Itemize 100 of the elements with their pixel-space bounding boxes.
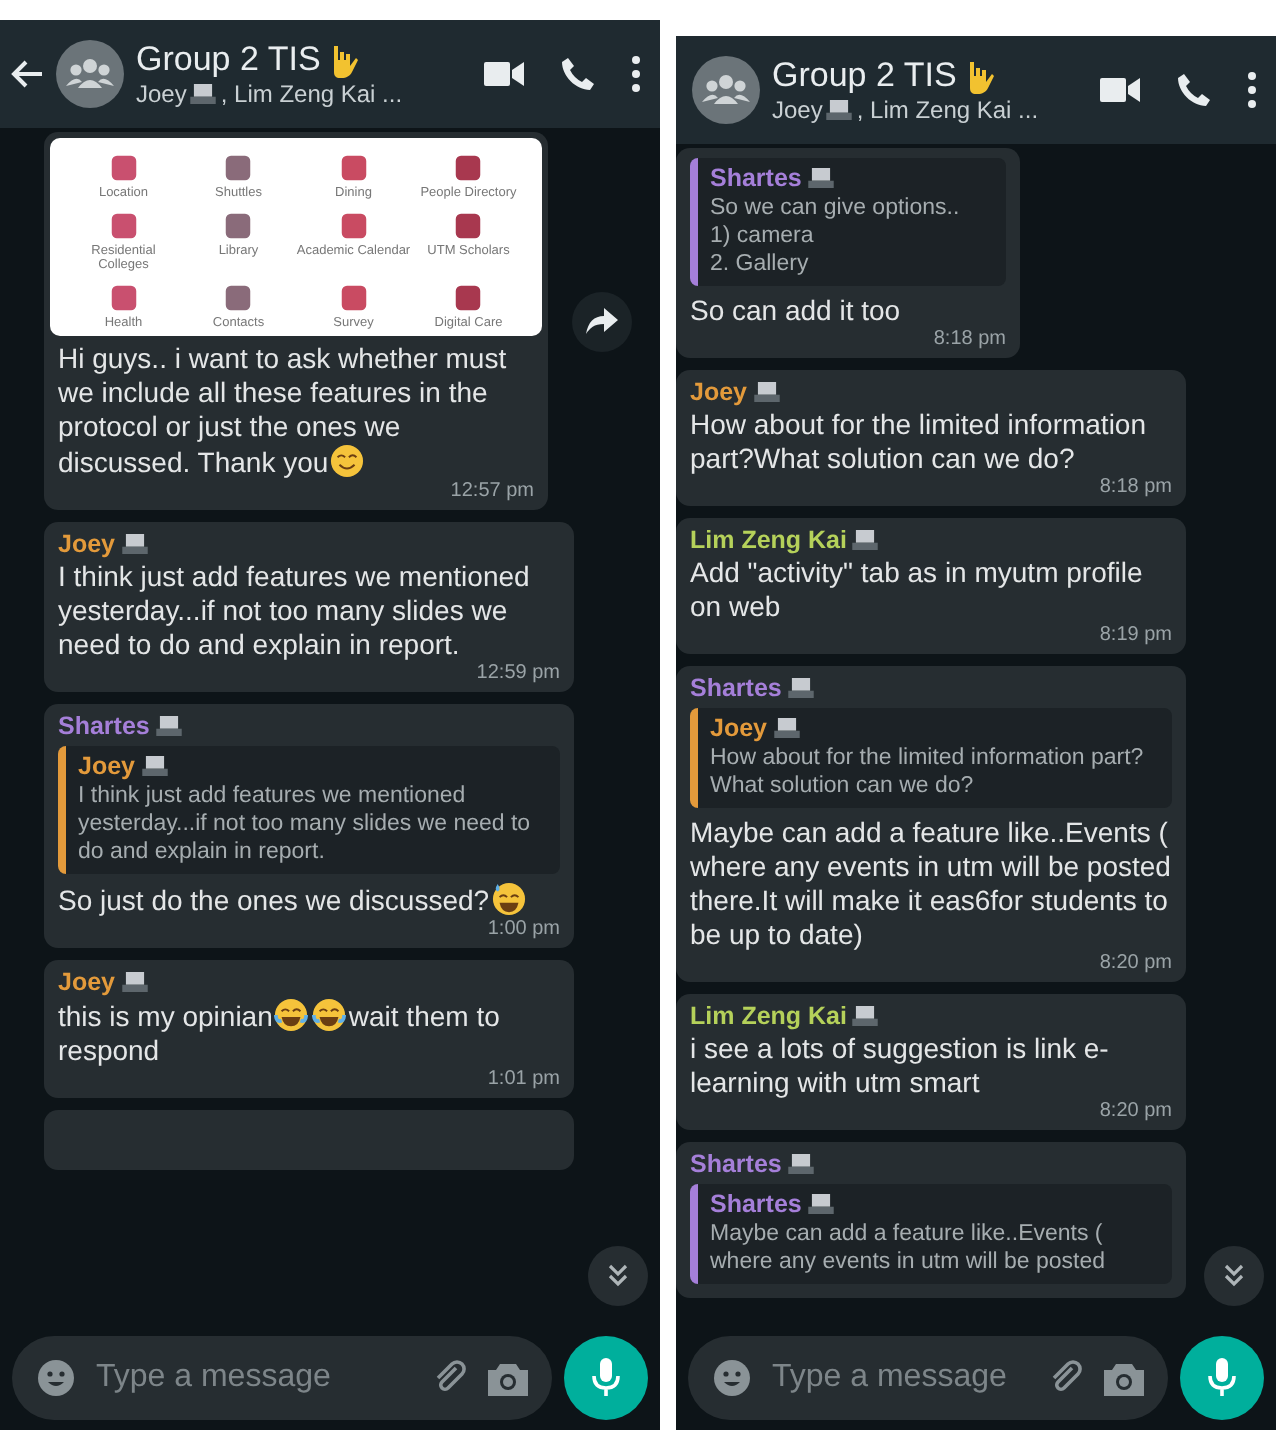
quoted-sender-name: Joey bbox=[78, 750, 135, 782]
laptop-icon bbox=[141, 756, 167, 776]
message-time: 1:01 pm bbox=[487, 1068, 560, 1092]
more-options-icon[interactable] bbox=[632, 56, 640, 92]
member-list: , Lim Zeng Kai ... bbox=[856, 96, 1039, 124]
app-symbol-icon bbox=[224, 283, 253, 311]
microphone-button[interactable] bbox=[564, 1336, 648, 1420]
microphone-icon bbox=[1208, 1358, 1236, 1398]
quoted-text: Maybe can add a feature like..Events ( where any events in utm will be posted bbox=[710, 1220, 1108, 1276]
back-arrow-icon[interactable] bbox=[8, 58, 44, 90]
phone-call-icon[interactable] bbox=[1176, 72, 1212, 108]
message-field[interactable]: Type a message bbox=[688, 1336, 1168, 1420]
sweat-smile-face-icon bbox=[491, 882, 526, 916]
message-input[interactable]: Type a message bbox=[96, 1360, 412, 1396]
camera-icon[interactable] bbox=[488, 1361, 528, 1395]
quoted-message[interactable]: Joey I think just add features we mentioned yesterday...if not too many slides we need to do and explain in report. bbox=[58, 746, 560, 874]
quoted-text: I think just add features we mentioned yesterday...if not too many slides we need to do and explain in report. bbox=[78, 782, 533, 866]
message-time: 8:18 pm bbox=[933, 328, 1006, 352]
emoji-icon[interactable] bbox=[36, 1358, 76, 1398]
video-call-icon[interactable] bbox=[484, 60, 524, 88]
laptop-icon bbox=[852, 530, 879, 550]
message-input[interactable]: Type a message bbox=[772, 1360, 1028, 1396]
message-time: 8:18 pm bbox=[1099, 476, 1172, 500]
laptop-icon bbox=[807, 168, 834, 188]
sender-name: Lim Zeng Kai bbox=[690, 524, 847, 556]
laptop-icon bbox=[753, 382, 779, 402]
laptop-icon bbox=[121, 972, 147, 992]
hand-gesture-icon bbox=[328, 42, 361, 78]
double-chevron-down-icon bbox=[606, 1264, 630, 1288]
member-name: Joey bbox=[136, 80, 187, 108]
phone-call-icon[interactable] bbox=[560, 56, 596, 92]
more-options-icon[interactable] bbox=[1248, 72, 1256, 108]
hand-gesture-icon bbox=[964, 58, 997, 94]
message-text: So just do the ones we discussed? bbox=[58, 882, 560, 918]
quoted-message[interactable]: Joey How about for the limited information part?What solution can we do? bbox=[690, 708, 1172, 808]
sender-name: Shartes bbox=[690, 672, 782, 704]
app-symbol-icon bbox=[339, 283, 368, 311]
paperclip-icon[interactable] bbox=[432, 1360, 468, 1396]
laptop-icon bbox=[787, 678, 814, 698]
member-name: Joey bbox=[772, 96, 823, 124]
scroll-down-button[interactable] bbox=[588, 1246, 648, 1306]
group-avatar-icon[interactable] bbox=[56, 40, 124, 108]
app-symbol-icon bbox=[109, 283, 138, 311]
message-time: 8:19 pm bbox=[1099, 624, 1172, 648]
app-symbol-icon bbox=[454, 154, 483, 182]
message-text: How about for the limited information part?What solution can we do? bbox=[690, 408, 1148, 476]
laptop-icon bbox=[852, 1006, 879, 1026]
message-field[interactable]: Type a message bbox=[12, 1336, 552, 1420]
app-symbol-icon bbox=[224, 154, 253, 182]
message-time: 8:20 pm bbox=[1099, 1100, 1172, 1124]
laptop-icon bbox=[121, 534, 147, 554]
message-time: 8:20 pm bbox=[1099, 952, 1172, 976]
forward-icon bbox=[586, 307, 618, 335]
laptop-icon bbox=[807, 1194, 834, 1214]
app-symbol-icon bbox=[454, 283, 483, 311]
laptop-icon bbox=[773, 718, 799, 738]
forward-button[interactable] bbox=[572, 291, 632, 351]
camera-icon[interactable] bbox=[1104, 1361, 1144, 1395]
message-time: 12:57 pm bbox=[450, 480, 534, 504]
app-symbol-icon bbox=[109, 154, 138, 182]
emoji-icon[interactable] bbox=[712, 1358, 752, 1398]
app-symbol-icon bbox=[339, 154, 368, 182]
tears-of-joy-face-icon bbox=[312, 998, 347, 1032]
sender-name: Shartes bbox=[58, 710, 150, 742]
tears-of-joy-face-icon bbox=[274, 998, 309, 1032]
laptop-icon bbox=[787, 1154, 814, 1174]
message-text: Hi guys.. i want to ask whether must we include all these features in the protocol or just the ones we discussed. Thank you bbox=[58, 342, 509, 480]
paperclip-icon[interactable] bbox=[1048, 1360, 1084, 1396]
app-symbol-icon bbox=[224, 211, 253, 239]
laptop-icon bbox=[155, 716, 182, 736]
quoted-sender-name: Shartes bbox=[710, 162, 802, 194]
video-call-icon[interactable] bbox=[1100, 76, 1140, 104]
app-symbol-icon bbox=[454, 211, 483, 239]
message-text: So can add it too bbox=[690, 294, 903, 328]
chat-title: Group 2 TIS bbox=[136, 40, 321, 80]
sender-name: Joey bbox=[58, 966, 115, 998]
double-chevron-down-icon bbox=[1222, 1264, 1246, 1288]
message-text: Add "activity" tab as in myutm profile on web bbox=[690, 556, 1145, 624]
message-text: i see a lots of suggestion is link e-learning with utm smart bbox=[690, 1032, 1111, 1100]
quoted-text: So we can give options.. 1) camera 2. Gallery bbox=[710, 194, 962, 278]
quoted-message[interactable]: Shartes Maybe can add a feature like..Events ( where any events in utm will be posted bbox=[690, 1184, 1172, 1284]
member-list: , Lim Zeng Kai ... bbox=[220, 80, 403, 108]
message-time: 12:59 pm bbox=[476, 662, 560, 686]
group-avatar-icon[interactable] bbox=[692, 56, 760, 124]
sender-name: Shartes bbox=[690, 1148, 782, 1180]
sender-name: Joey bbox=[690, 376, 747, 408]
laptop-icon bbox=[190, 84, 217, 104]
app-symbol-icon bbox=[339, 211, 368, 239]
message-time: 1:00 pm bbox=[487, 918, 560, 942]
microphone-button[interactable] bbox=[1180, 1336, 1264, 1420]
message-text: this is my opinian wait them to respond bbox=[58, 998, 502, 1068]
quoted-message[interactable]: Shartes So we can give options.. 1) camera 2. Gallery bbox=[690, 158, 1006, 286]
sender-name: Joey bbox=[58, 528, 115, 560]
message-text: I think just add features we mentioned yesterday...if not too many slides we need to do and explain in report. bbox=[58, 560, 532, 662]
message-text: Maybe can add a feature like..Events ( where any events in utm will be posted there.It will make it eas6for students to be up to date) bbox=[690, 816, 1172, 952]
laptop-icon bbox=[826, 100, 853, 120]
microphone-icon bbox=[592, 1358, 620, 1398]
app-symbol-icon bbox=[109, 211, 138, 239]
scroll-down-button[interactable] bbox=[1204, 1246, 1264, 1306]
quoted-text: How about for the limited information part?What solution can we do? bbox=[710, 744, 1146, 800]
